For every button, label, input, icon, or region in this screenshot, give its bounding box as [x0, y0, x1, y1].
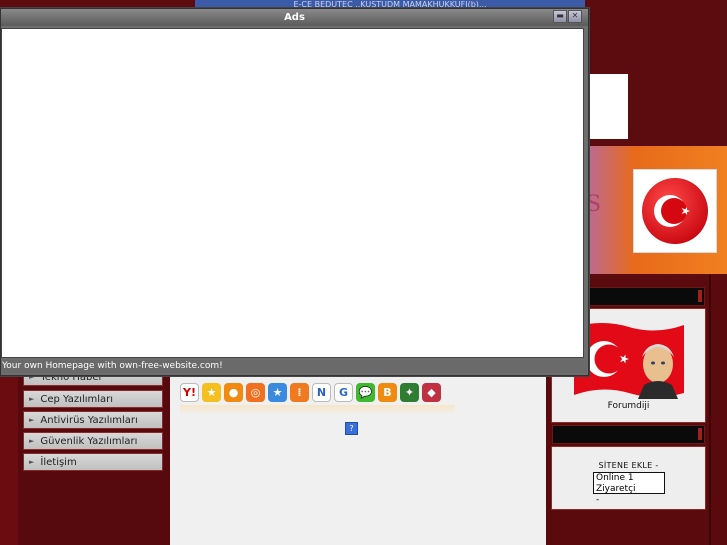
ads-content	[1, 28, 584, 358]
site-add-panel: SİTENE EKLE - Online 1 Ziyaretçi -	[551, 446, 706, 510]
blue-star-icon[interactable]: ★	[268, 383, 287, 402]
bullet-icon: ►	[29, 416, 35, 424]
chat-bubble-icon[interactable]: 💬	[356, 383, 375, 402]
close-button[interactable]: ✕	[568, 10, 582, 23]
bullet-icon: ►	[29, 437, 35, 445]
ads-titlebar[interactable]: Ads ▬ ✕	[1, 9, 588, 26]
page-left-edge	[0, 375, 18, 545]
ads-title: Ads	[284, 12, 305, 23]
header-mark	[698, 428, 702, 440]
blogger-icon[interactable]: B	[378, 383, 397, 402]
ads-window[interactable]: Ads ▬ ✕ Your own Homepage with own-free-…	[0, 8, 589, 376]
favorites-star-icon[interactable]: ★	[202, 383, 221, 402]
nav-item-label: İletişim	[40, 457, 77, 468]
google-icon[interactable]: G	[334, 383, 353, 402]
ataturk-flag-icon	[574, 323, 684, 399]
nav-item-iletisim[interactable]: ► İletişim	[23, 453, 163, 471]
header-white-box	[585, 74, 628, 139]
social-reflection	[180, 405, 455, 415]
flag-icon	[642, 178, 708, 244]
orange-circle-icon[interactable]: ●	[224, 383, 243, 402]
forum-label[interactable]: Forumdiji	[552, 401, 705, 411]
multi-color-icon[interactable]: ✦	[400, 383, 419, 402]
diamond-icon[interactable]: ◆	[422, 383, 441, 402]
right-section-header-2	[552, 425, 705, 444]
social-bookmarks: Y! ★ ● ◎ ★ ⁞ N G 💬 B ✦ ◆	[180, 383, 441, 405]
right-edge-line	[709, 275, 711, 545]
nav-item-label: Antivirüs Yazılımları	[40, 415, 138, 426]
minimize-button[interactable]: ▬	[553, 10, 567, 23]
dots-grid-icon[interactable]: ⁞	[290, 383, 309, 402]
bullet-icon: ►	[29, 395, 35, 403]
online-visitors[interactable]: Online 1 Ziyaretçi -	[593, 472, 665, 505]
nav-item-label: Güvenlik Yazılımları	[40, 436, 138, 447]
yahoo-icon[interactable]: Y!	[180, 383, 199, 402]
window-controls: ▬ ✕	[553, 10, 582, 23]
online-sub: -	[596, 495, 600, 505]
nav-item-guvenlik[interactable]: ► Güvenlik Yazılımları	[23, 432, 163, 450]
nav-item-cep-yazilimlari[interactable]: ► Cep Yazılımları	[23, 390, 163, 408]
nav-item-label: Cep Yazılımları	[40, 394, 114, 405]
bullet-icon: ►	[29, 458, 35, 466]
site-add-label[interactable]: SİTENE EKLE -	[552, 461, 705, 470]
target-icon[interactable]: ◎	[246, 383, 265, 402]
help-icon[interactable]: ?	[345, 422, 358, 435]
online-text: Online 1 Ziyaretçi	[596, 473, 636, 494]
ads-footer-link[interactable]: Your own Homepage with own-free-website.…	[1, 360, 587, 373]
n-logo-icon[interactable]: N	[312, 383, 331, 402]
header-mark	[698, 290, 702, 302]
nav-item-antivirus[interactable]: ► Antivirüs Yazılımları	[23, 411, 163, 429]
turkish-flag-logo[interactable]	[633, 169, 717, 253]
